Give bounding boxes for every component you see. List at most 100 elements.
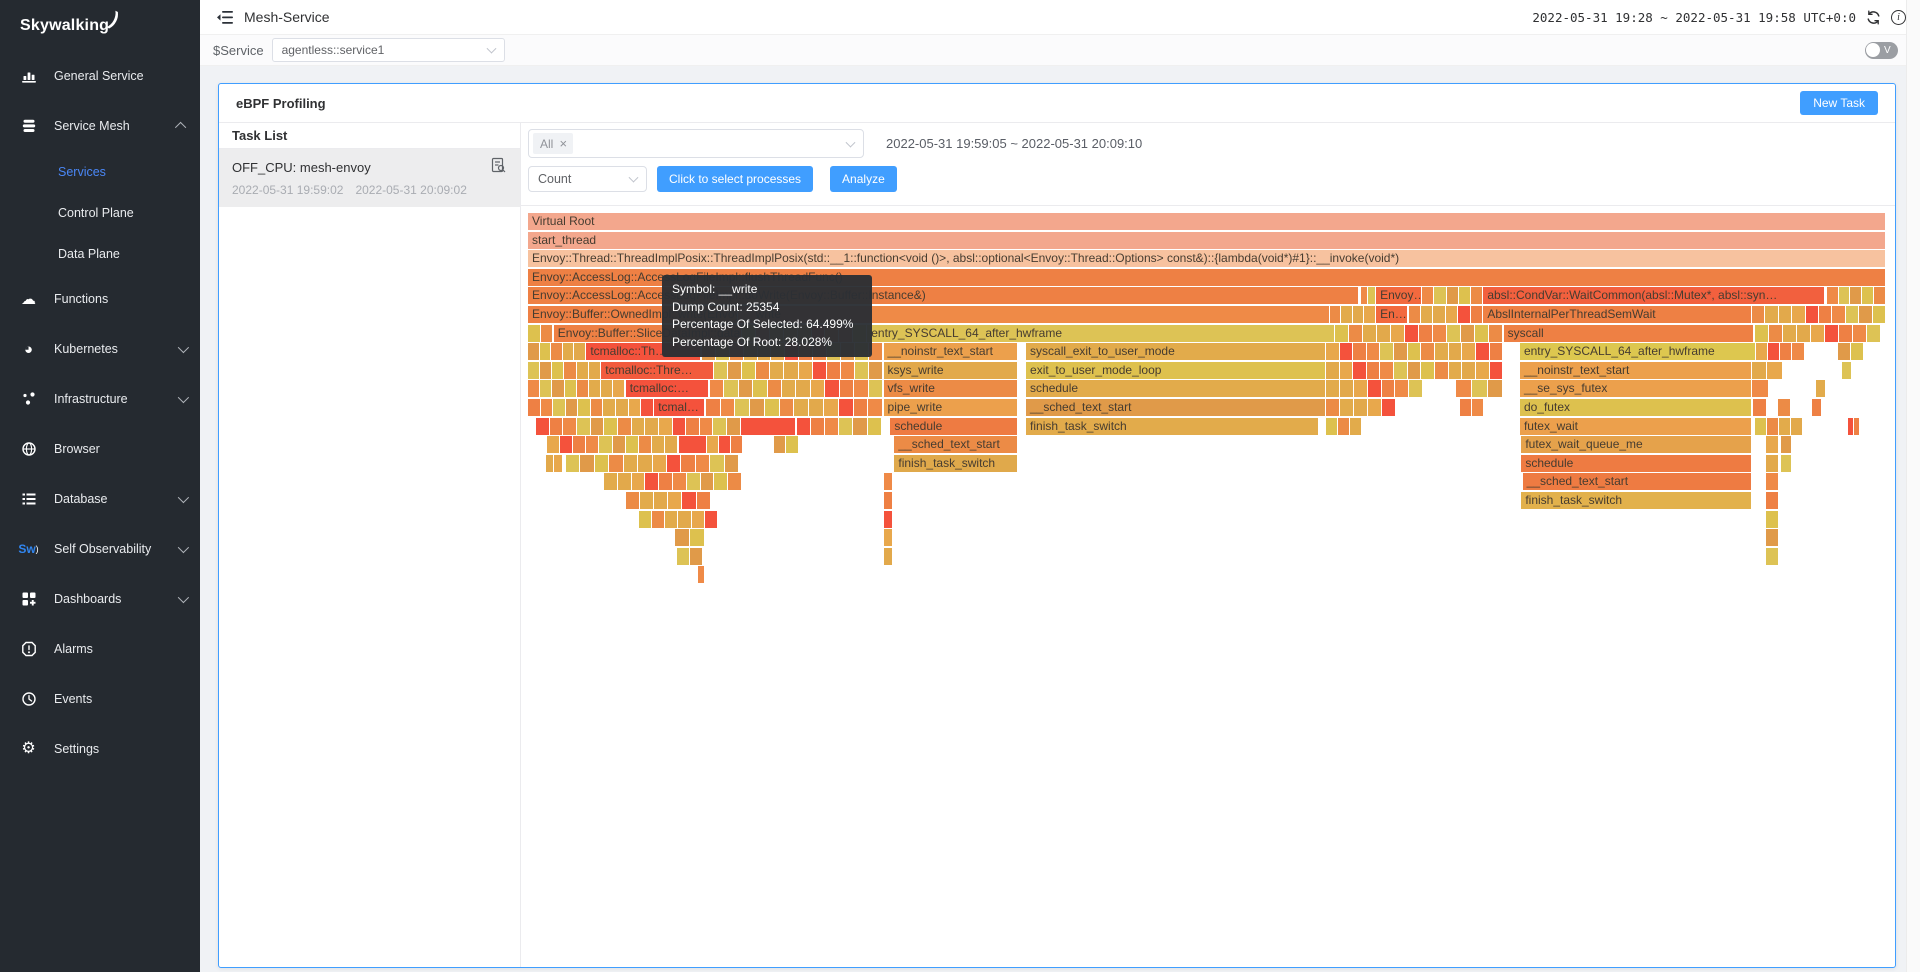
flame-frame[interactable] bbox=[753, 380, 766, 397]
flame-frame[interactable] bbox=[827, 362, 840, 379]
flame-frame[interactable] bbox=[1490, 343, 1503, 360]
flame-frame[interactable] bbox=[1382, 380, 1395, 397]
flame-frame[interactable] bbox=[1458, 306, 1469, 323]
flame-frame[interactable] bbox=[839, 325, 852, 342]
analyze-button[interactable]: Analyze bbox=[830, 166, 897, 192]
flame-frame[interactable] bbox=[613, 436, 625, 453]
flame-frame[interactable] bbox=[1812, 399, 1821, 416]
flame-frame[interactable] bbox=[854, 380, 867, 397]
flame-frame[interactable] bbox=[1816, 380, 1825, 397]
flame-frame[interactable] bbox=[714, 362, 727, 379]
flame-frame[interactable] bbox=[1419, 325, 1432, 342]
flame-frame[interactable] bbox=[1462, 362, 1475, 379]
flame-frame[interactable] bbox=[1842, 362, 1851, 379]
flame-frame[interactable] bbox=[652, 511, 664, 528]
flame-frame[interactable]: Envoy::Thread::ThreadImplPosix::ThreadIm… bbox=[528, 250, 1885, 267]
tag-close-icon[interactable]: × bbox=[556, 136, 570, 151]
sidebar-item-control-plane[interactable]: Control Plane bbox=[0, 192, 200, 233]
flame-frame[interactable]: syscall bbox=[1504, 325, 1754, 342]
flame-frame[interactable] bbox=[604, 473, 617, 490]
flame-frame[interactable] bbox=[1459, 287, 1470, 304]
flame-frame[interactable] bbox=[1421, 362, 1434, 379]
flame-frame[interactable]: finish_task_switch bbox=[894, 455, 1016, 472]
flame-frame[interactable] bbox=[1409, 306, 1420, 323]
flame-frame[interactable] bbox=[565, 380, 576, 397]
flame-frame[interactable] bbox=[869, 380, 882, 397]
flame-frame[interactable] bbox=[653, 455, 666, 472]
flame-frame[interactable] bbox=[1766, 455, 1778, 472]
flame-frame[interactable] bbox=[1447, 287, 1458, 304]
flame-frame[interactable] bbox=[589, 380, 600, 397]
flame-frame[interactable] bbox=[809, 399, 823, 416]
flame-frame[interactable]: Envoy::Buffer::OwnedImpl::write(Envoy::B… bbox=[528, 306, 737, 323]
flame-frame[interactable] bbox=[868, 399, 882, 416]
flame-frame[interactable] bbox=[839, 399, 853, 416]
flame-frame[interactable] bbox=[546, 455, 554, 472]
flame-frame[interactable] bbox=[550, 418, 563, 435]
flame-frame[interactable] bbox=[641, 399, 653, 416]
flame-frame[interactable] bbox=[677, 548, 689, 565]
flame-frame[interactable] bbox=[553, 399, 565, 416]
flame-frame[interactable] bbox=[591, 399, 603, 416]
flame-frame[interactable] bbox=[1791, 418, 1802, 435]
flame-frame[interactable] bbox=[868, 418, 881, 435]
flame-frame[interactable] bbox=[566, 455, 579, 472]
flame-frame[interactable] bbox=[528, 380, 539, 397]
flame-frame[interactable]: __sched_text_start bbox=[1523, 473, 1751, 490]
flame-frame[interactable]: AbslInternalPerThreadSemWait bbox=[1483, 306, 1750, 323]
flame-frame[interactable] bbox=[765, 399, 779, 416]
flame-frame[interactable] bbox=[742, 325, 755, 342]
flame-frame[interactable] bbox=[869, 362, 882, 379]
flame-frame[interactable] bbox=[730, 343, 743, 360]
flame-frame[interactable] bbox=[1354, 399, 1367, 416]
flame-frame[interactable] bbox=[1377, 325, 1390, 342]
flame-frame[interactable] bbox=[640, 492, 653, 509]
flame-frame[interactable] bbox=[645, 473, 658, 490]
flame-frame[interactable] bbox=[1806, 306, 1818, 323]
flame-frame[interactable] bbox=[1839, 287, 1850, 304]
flame-frame[interactable] bbox=[1447, 325, 1460, 342]
flame-frame[interactable]: absl::CondVar::WaitCommon(absl::Mutex*, … bbox=[1483, 287, 1824, 304]
flame-frame[interactable] bbox=[705, 511, 717, 528]
flame-frame[interactable] bbox=[1471, 287, 1482, 304]
flame-frame[interactable] bbox=[1781, 455, 1792, 472]
flame-frame[interactable] bbox=[1766, 492, 1778, 509]
flame-frame[interactable] bbox=[639, 511, 651, 528]
flame-frame[interactable] bbox=[528, 343, 539, 360]
flame-frame[interactable] bbox=[707, 436, 718, 453]
flame-frame[interactable] bbox=[1368, 380, 1381, 397]
flame-frame[interactable] bbox=[1340, 362, 1353, 379]
flame-frame[interactable] bbox=[728, 473, 741, 490]
flame-frame[interactable] bbox=[673, 418, 686, 435]
flame-frame[interactable]: Envoy::AccessLog::AccessLogFileImpl::doW… bbox=[528, 287, 1358, 304]
flame-frame[interactable] bbox=[1476, 343, 1489, 360]
flame-frame[interactable] bbox=[702, 343, 715, 360]
flame-frame[interactable] bbox=[731, 436, 742, 453]
flame-frame[interactable] bbox=[1819, 306, 1831, 323]
flame-frame[interactable] bbox=[1340, 399, 1353, 416]
flame-frame[interactable] bbox=[624, 455, 637, 472]
flame-frame[interactable] bbox=[1363, 325, 1376, 342]
flame-frame[interactable] bbox=[811, 380, 824, 397]
flame-frame[interactable] bbox=[700, 418, 713, 435]
flame-frame[interactable] bbox=[1326, 380, 1339, 397]
flame-frame[interactable] bbox=[1354, 380, 1367, 397]
flame-frame[interactable] bbox=[690, 548, 702, 565]
flame-frame[interactable] bbox=[586, 436, 598, 453]
flame-frame[interactable]: tcmalloc::Th… bbox=[586, 343, 700, 360]
flame-frame[interactable] bbox=[604, 418, 617, 435]
flame-frame[interactable] bbox=[552, 380, 563, 397]
flame-frame[interactable] bbox=[1326, 362, 1339, 379]
flame-frame[interactable] bbox=[1340, 343, 1353, 360]
sidebar-item-self-observability[interactable]: Sw)Self Observability bbox=[0, 524, 200, 574]
flame-frame[interactable] bbox=[1756, 343, 1767, 360]
flame-frame[interactable] bbox=[687, 473, 700, 490]
flame-frame[interactable] bbox=[551, 343, 562, 360]
flame-frame[interactable] bbox=[1779, 306, 1791, 323]
flame-frame[interactable] bbox=[675, 529, 689, 546]
flame-frame[interactable] bbox=[1364, 306, 1374, 323]
flame-frame[interactable] bbox=[1395, 380, 1408, 397]
flame-frame[interactable] bbox=[1752, 380, 1768, 397]
flame-frame[interactable] bbox=[1446, 306, 1457, 323]
flame-frame[interactable] bbox=[756, 325, 769, 342]
